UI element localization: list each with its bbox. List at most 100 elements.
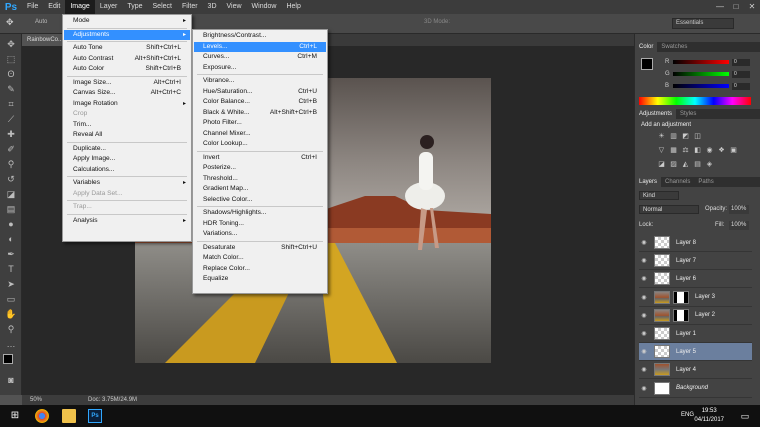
menu-item-hue-saturation[interactable]: Hue/Saturation... Ctrl+U <box>194 87 326 97</box>
menu-item-replace-color[interactable]: Replace Color... <box>194 264 326 274</box>
tab-styles[interactable]: Styles <box>676 109 700 119</box>
layer-row[interactable]: ◉ Layer 6 <box>639 270 752 289</box>
color-spectrum[interactable] <box>639 97 751 105</box>
move-tool-icon[interactable]: ✥ <box>4 38 18 50</box>
layer-filter-kind[interactable]: Kind <box>639 191 679 200</box>
selective-color-icon[interactable]: ◈ <box>705 161 714 169</box>
vibrance-icon[interactable]: ▽ <box>657 147 666 155</box>
blue-value[interactable]: 0 <box>732 82 750 90</box>
blue-slider-row[interactable]: B 0 <box>665 82 755 90</box>
layer-row[interactable]: ◉ Layer 4 <box>639 361 752 380</box>
history-brush-tool-icon[interactable]: ↺ <box>4 173 18 185</box>
brush-tool-icon[interactable]: ✐ <box>4 143 18 155</box>
menu-item-auto-color[interactable]: Auto Color Shift+Ctrl+B <box>64 64 190 74</box>
color-panel-foreground[interactable] <box>641 58 653 70</box>
menu-item-photo-filter[interactable]: Photo Filter... <box>194 118 326 128</box>
menu-item-reveal-all[interactable]: Reveal All <box>64 130 190 140</box>
minimize-button[interactable]: — <box>712 0 728 14</box>
visibility-eye-icon[interactable]: ◉ <box>639 330 649 337</box>
menu-item-curves[interactable]: Curves... Ctrl+M <box>194 52 326 62</box>
document-tab[interactable]: RainbowCo... <box>22 34 64 46</box>
hue-sat-icon[interactable]: ▦ <box>669 147 678 155</box>
menu-item-trim[interactable]: Trim... <box>64 120 190 130</box>
menu-item-levels[interactable]: Levels... Ctrl+L <box>194 41 326 52</box>
menu-help[interactable]: Help <box>281 0 305 14</box>
menu-item-color-balance[interactable]: Color Balance... Ctrl+B <box>194 97 326 107</box>
maximize-button[interactable]: □ <box>728 0 744 14</box>
foreground-color-swatch[interactable] <box>3 354 13 364</box>
color-balance-icon[interactable]: ⚖ <box>681 147 690 155</box>
menu-item-canvas-size[interactable]: Canvas Size... Alt+Ctrl+C <box>64 88 190 98</box>
menu-item-duplicate[interactable]: Duplicate... <box>64 144 190 154</box>
eyedropper-tool-icon[interactable]: ⟋ <box>4 113 18 125</box>
crop-tool-icon[interactable]: ⌗ <box>4 98 18 110</box>
blend-mode-dropdown[interactable]: Normal <box>639 205 699 214</box>
layer-mask-thumbnail[interactable] <box>673 290 689 304</box>
photo-filter-icon[interactable]: ◉ <box>705 147 714 155</box>
gradient-map-icon[interactable]: ▤ <box>693 161 702 169</box>
marquee-tool-icon[interactable]: ⬚ <box>4 53 18 65</box>
zoom-level[interactable]: 50% <box>30 397 42 403</box>
menu-item-variations[interactable]: Variations... <box>194 229 326 239</box>
menu-item-apply-image[interactable]: Apply Image... <box>64 154 190 164</box>
channel-mixer-icon[interactable]: ❖ <box>717 147 726 155</box>
menu-image[interactable]: Image <box>65 0 95 14</box>
layer-row[interactable]: ◉ Layer 3 <box>639 289 752 307</box>
blue-slider[interactable] <box>673 84 729 88</box>
invert-icon[interactable]: ◪ <box>657 161 666 169</box>
menu-item-vibrance[interactable]: Vibrance... <box>194 76 326 86</box>
menu-item-auto-tone[interactable]: Auto Tone Shift+Ctrl+L <box>64 43 190 53</box>
visibility-eye-icon[interactable]: ◉ <box>639 348 649 355</box>
menu-item-gradient-map[interactable]: Gradient Map... <box>194 184 326 194</box>
clone-stamp-tool-icon[interactable]: ⚲ <box>4 158 18 170</box>
photoshop-taskbar-icon[interactable]: Ps <box>88 409 102 423</box>
visibility-eye-icon[interactable]: ◉ <box>639 239 649 246</box>
dodge-tool-icon[interactable]: ◐ <box>4 233 18 245</box>
fill-input[interactable]: 100% <box>729 221 749 230</box>
menu-item-adjustments[interactable]: Adjustments ▸ <box>64 29 190 40</box>
menu-item-image-size[interactable]: Image Size... Alt+Ctrl+I <box>64 78 190 88</box>
chrome-icon[interactable] <box>35 409 49 423</box>
windows-start-icon[interactable]: ⊞ <box>8 409 22 423</box>
layer-row[interactable]: ◉ Layer 7 <box>639 252 752 271</box>
blur-tool-icon[interactable]: ● <box>4 218 18 230</box>
layer-mask-thumbnail[interactable] <box>673 308 689 322</box>
black-white-icon[interactable]: ◧ <box>693 147 702 155</box>
tab-adjustments[interactable]: Adjustments <box>635 109 677 119</box>
menu-item-invert[interactable]: Invert Ctrl+I <box>194 153 326 163</box>
pen-tool-icon[interactable]: ✒ <box>4 248 18 260</box>
tab-color[interactable]: Color <box>635 42 658 52</box>
menu-item-image-rotation[interactable]: Image Rotation ▸ <box>64 99 190 109</box>
layer-row[interactable]: ◉ Layer 8 <box>639 234 752 252</box>
menu-item-desaturate[interactable]: Desaturate Shift+Ctrl+U <box>194 243 326 253</box>
more-tools-icon[interactable]: … <box>4 338 18 350</box>
file-explorer-icon[interactable] <box>62 409 76 423</box>
layer-row[interactable]: ◉ Layer 2 <box>639 307 752 325</box>
levels-icon[interactable]: ▥ <box>669 133 678 141</box>
color-lookup-icon[interactable]: ▣ <box>729 147 738 155</box>
threshold-icon[interactable]: ◭ <box>681 161 690 169</box>
menu-item-shadows-highlights[interactable]: Shadows/Highlights... <box>194 208 326 218</box>
menu-item-threshold[interactable]: Threshold... <box>194 174 326 184</box>
menu-item-color-lookup[interactable]: Color Lookup... <box>194 139 326 149</box>
gradient-tool-icon[interactable]: ▤ <box>4 203 18 215</box>
lasso-tool-icon[interactable]: ʘ <box>4 68 18 80</box>
menu-item-hdr-toning[interactable]: HDR Toning... <box>194 219 326 229</box>
type-tool-icon[interactable]: T <box>4 263 18 275</box>
menu-file[interactable]: File <box>22 0 43 14</box>
menu-item-mode[interactable]: Mode ▸ <box>64 16 190 26</box>
menu-window[interactable]: Window <box>247 0 282 14</box>
red-value[interactable]: 0 <box>732 58 750 66</box>
layer-row[interactable]: ◉ Layer 1 <box>639 325 752 343</box>
visibility-eye-icon[interactable]: ◉ <box>639 312 649 319</box>
exposure-icon[interactable]: ◫ <box>693 133 702 141</box>
healing-brush-tool-icon[interactable]: ✚ <box>4 128 18 140</box>
notifications-icon[interactable]: ▭ <box>738 409 752 423</box>
tab-layers[interactable]: Layers <box>635 177 662 187</box>
menu-item-equalize[interactable]: Equalize <box>194 274 326 284</box>
opacity-input[interactable]: 100% <box>729 205 749 214</box>
visibility-eye-icon[interactable]: ◉ <box>639 275 649 282</box>
layer-row[interactable]: ◉ Background <box>639 380 752 398</box>
menu-view[interactable]: View <box>222 0 247 14</box>
language-indicator[interactable]: ENG <box>681 412 694 418</box>
